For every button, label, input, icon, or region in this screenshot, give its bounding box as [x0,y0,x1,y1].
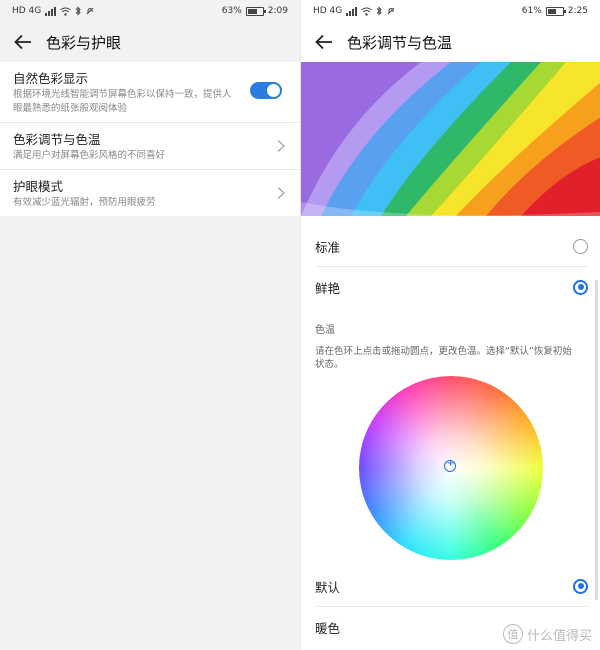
back-arrow-icon[interactable] [313,31,335,53]
network-label: HD 4G [313,6,343,16]
battery-icon [245,6,266,16]
option-label: 标准 [315,239,341,255]
color-temp-label: 色温 [315,325,335,336]
natural-color-toggle[interactable] [250,82,282,99]
network-label: HD 4G [12,6,42,16]
battery-percent: 61% [521,6,542,16]
item-subtitle: 根据环境光线智能调节屏幕色彩以保持一致，提供人眼最熟悉的纸张般观阅体验 [13,89,232,114]
app-bar: 色彩调节与色温 [301,22,600,62]
wifi-icon [361,7,373,16]
color-temp-description: 请在色环上点击或拖动圆点，更改色温。选择“默认”恢复初始状态。 [315,346,572,370]
natural-color-item[interactable]: 自然色彩显示 根据环境光线智能调节屏幕色彩以保持一致，提供人眼最熟悉的纸张般观阅… [0,62,300,123]
back-arrow-icon[interactable] [12,31,34,53]
mode-vivid-option[interactable]: 鲜艳 [315,267,588,307]
temp-default-option[interactable]: 默认 [315,566,588,607]
right-screen: HD 4G 61% 2:25 色彩调节与色温 标准 鲜艳 色温 请在色环上点击或… [300,0,600,650]
chevron-right-icon [277,186,286,200]
color-temp-item[interactable]: 色彩调节与色温 满足用户对屏幕色彩风格的不同喜好 [0,123,300,170]
display-mode-list: 标准 鲜艳 [301,226,600,307]
watermark-logo-icon: 值 [502,624,523,644]
bluetooth-icon [75,6,81,16]
item-subtitle: 满足用户对屏幕色彩风格的不同喜好 [13,150,166,161]
bluetooth-icon [376,6,382,16]
item-title: 色彩调节与色温 [13,132,101,147]
status-bar: HD 4G 63% 2:09 [0,0,300,22]
app-bar: 色彩与护眼 [0,22,300,62]
left-screen: HD 4G 63% 2:09 色彩与护眼 自然色彩显示 根据环境光线智能调节屏幕… [0,0,300,650]
clock: 2:25 [567,6,588,16]
eye-comfort-item[interactable]: 护眼模式 有效减少蓝光辐射，预防用眼疲劳 [0,170,300,216]
item-subtitle: 有效减少蓝光辐射，预防用眼疲劳 [13,197,156,208]
item-title: 自然色彩显示 [13,71,89,86]
chevron-right-icon [277,139,286,153]
clock: 2:09 [267,6,288,16]
option-label: 默认 [315,579,341,595]
mute-icon [387,7,395,15]
battery-icon [545,6,566,16]
scrollbar[interactable] [595,280,598,600]
settings-list: 自然色彩显示 根据环境光线智能调节屏幕色彩以保持一致，提供人眼最熟悉的纸张般观阅… [0,62,300,216]
rainbow-banner-image [301,62,600,216]
mute-icon [86,7,94,15]
item-title: 护眼模式 [13,179,64,194]
wifi-icon [60,7,72,16]
radio-vivid[interactable] [573,279,588,295]
watermark-text: 什么值得买 [526,628,592,644]
page-title: 色彩与护眼 [46,33,122,52]
watermark: 值 什么值得买 [502,624,592,644]
radio-default[interactable] [573,578,588,594]
signal-icon [45,6,57,16]
mode-standard-option[interactable]: 标准 [315,226,588,267]
page-title: 色彩调节与色温 [347,33,453,52]
radio-standard[interactable] [573,238,588,254]
battery-percent: 63% [221,6,242,16]
status-bar: HD 4G 61% 2:25 [301,0,600,22]
signal-icon [346,6,358,16]
option-label: 暖色 [315,620,341,636]
color-temp-handle[interactable] [444,458,456,472]
option-label: 鲜艳 [315,280,341,296]
